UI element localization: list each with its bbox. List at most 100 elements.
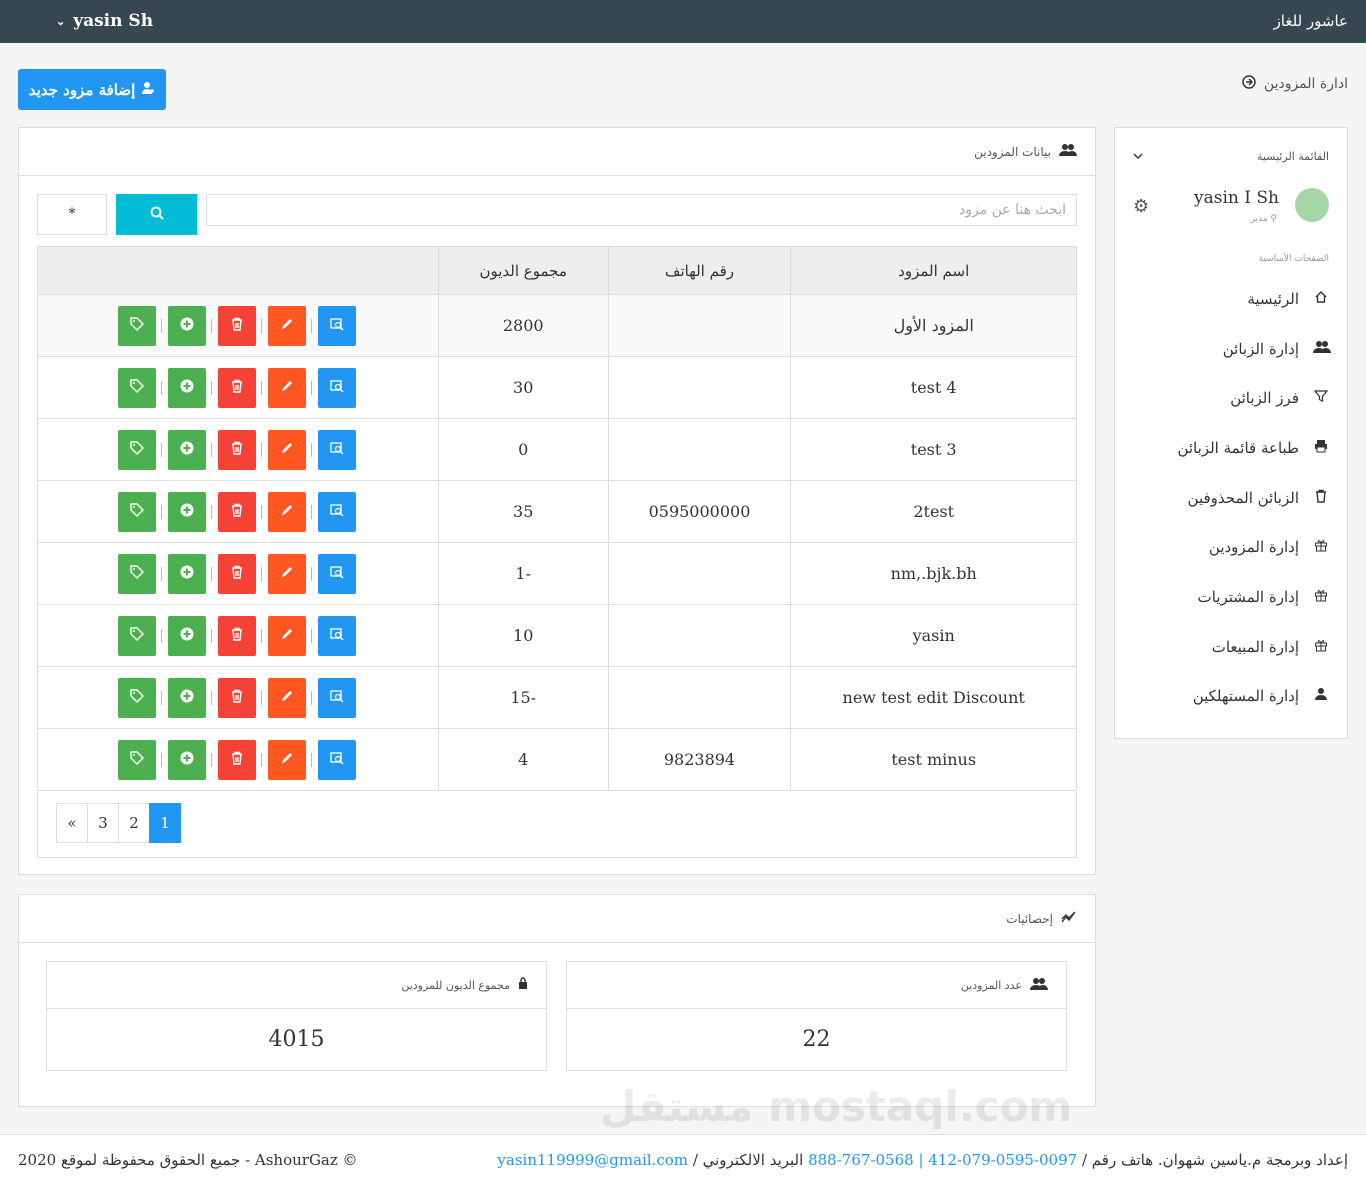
tag-button[interactable] xyxy=(118,367,156,408)
sidebar-item-sales[interactable]: إدارة المبيعات xyxy=(1115,622,1347,672)
user-menu[interactable]: ⌄ yasin Sh xyxy=(56,11,153,31)
page-3[interactable]: 3 xyxy=(87,803,119,843)
sidebar-item-consumers[interactable]: إدارة المستهلكين xyxy=(1115,672,1347,722)
page-prev[interactable]: « xyxy=(56,803,88,843)
sidebar-header[interactable]: القائمة الرئيسية xyxy=(1115,128,1347,184)
location-pin-icon: ⚲ xyxy=(1270,214,1277,224)
column-header-debt[interactable]: مجموع الديون xyxy=(437,246,609,295)
cell-debt: 0 xyxy=(437,418,609,481)
trash-icon xyxy=(230,565,244,583)
footer-credit: إعداد وبرمجة م.ياسين شهوان. هاتف رقم / 0… xyxy=(497,1151,1348,1169)
tag-button[interactable] xyxy=(118,305,156,346)
sidebar-item-label: إدارة المشتريات xyxy=(1197,587,1299,606)
tag-button[interactable] xyxy=(118,491,156,532)
suppliers-table: مجموع الديون رقم الهاتف اسم المزود 2800 ا… xyxy=(37,246,1077,791)
tag-icon xyxy=(130,564,144,583)
page-1[interactable]: 1 xyxy=(149,803,181,843)
view-button[interactable] xyxy=(311,491,356,532)
tag-icon xyxy=(130,688,144,707)
add-debt-button[interactable] xyxy=(161,615,206,656)
delete-button[interactable] xyxy=(211,553,256,594)
edit-button[interactable] xyxy=(261,305,306,346)
sidebar-item-sort-customers[interactable]: فرز الزبائن xyxy=(1115,373,1347,423)
column-header-phone[interactable]: رقم الهاتف xyxy=(607,246,792,295)
footer-phones[interactable]: 0097-0595-079-412 | 0568-767-888 xyxy=(808,1151,1077,1169)
tag-button[interactable] xyxy=(118,429,156,470)
edit-button[interactable] xyxy=(261,491,306,532)
users-icon xyxy=(1030,977,1048,994)
add-debt-button[interactable] xyxy=(161,739,206,780)
sidebar-user-name: yasin I Sh xyxy=(1194,188,1279,208)
delete-button[interactable] xyxy=(211,739,256,780)
edit-button[interactable] xyxy=(261,615,306,656)
tag-icon xyxy=(130,440,144,459)
sidebar-item-suppliers[interactable]: إدارة المزودين xyxy=(1115,522,1347,572)
footer-email-link[interactable]: yasin119999@gmail.com xyxy=(497,1151,688,1169)
view-button[interactable] xyxy=(311,367,356,408)
tag-button[interactable] xyxy=(118,677,156,718)
plus-circle-icon xyxy=(180,751,194,769)
pagination: « 3 2 1 xyxy=(56,803,181,843)
tag-button[interactable] xyxy=(118,615,156,656)
trash-icon xyxy=(230,689,244,707)
edit-button[interactable] xyxy=(261,739,306,780)
view-button[interactable] xyxy=(311,305,356,346)
delete-button[interactable] xyxy=(211,305,256,346)
delete-button[interactable] xyxy=(211,429,256,470)
delete-button[interactable] xyxy=(211,615,256,656)
add-debt-button[interactable] xyxy=(161,367,206,408)
show-all-button[interactable]: * xyxy=(37,194,107,235)
sidebar-item-print-customers[interactable]: طباعة قائمة الزبائن xyxy=(1115,423,1347,473)
add-debt-button[interactable] xyxy=(161,429,206,470)
edit-button[interactable] xyxy=(261,677,306,718)
add-debt-button[interactable] xyxy=(161,305,206,346)
delete-button[interactable] xyxy=(211,367,256,408)
chevron-down-icon[interactable] xyxy=(1133,150,1143,163)
page-2[interactable]: 2 xyxy=(118,803,150,843)
add-supplier-label: إضافة مزود جديد xyxy=(28,80,136,99)
sidebar-item-home[interactable]: الرئيسية xyxy=(1115,274,1347,324)
view-button[interactable] xyxy=(311,553,356,594)
view-button[interactable] xyxy=(311,615,356,656)
tag-button[interactable] xyxy=(118,553,156,594)
stats-panel: إحصائيات مجموع الديون للمزودين 4015 عدد … xyxy=(18,894,1096,1107)
delete-button[interactable] xyxy=(211,491,256,532)
view-button[interactable] xyxy=(311,677,356,718)
edit-button[interactable] xyxy=(261,429,306,470)
search-input[interactable] xyxy=(206,194,1077,226)
brand-title[interactable]: عاشور للغاز xyxy=(1274,12,1348,30)
tag-button[interactable] xyxy=(118,739,156,780)
cell-phone xyxy=(607,418,792,481)
gear-icon[interactable]: ⚙ xyxy=(1133,196,1149,217)
arrow-right-circle-icon xyxy=(1242,75,1256,93)
page-title-text: ادارة المزودين xyxy=(1263,76,1348,92)
sidebar-item-customers[interactable]: إدارة الزبائن xyxy=(1115,324,1347,374)
top-navbar: عاشور للغاز ⌄ yasin Sh xyxy=(0,0,1366,43)
row-actions xyxy=(37,728,439,791)
gift-icon xyxy=(1313,588,1329,606)
search-button[interactable] xyxy=(116,194,197,235)
search-icon xyxy=(150,205,164,224)
sidebar-item-deleted-customers[interactable]: الزبائن المحذوفين xyxy=(1115,473,1347,523)
sidebar-item-label: الرئيسية xyxy=(1247,289,1299,308)
cell-debt: 15- xyxy=(437,666,609,729)
cell-name: test minus xyxy=(790,728,1077,791)
column-header-name[interactable]: اسم المزود xyxy=(790,246,1077,295)
edit-button[interactable] xyxy=(261,553,306,594)
add-debt-button[interactable] xyxy=(161,677,206,718)
tag-icon xyxy=(130,502,144,521)
add-debt-button[interactable] xyxy=(161,553,206,594)
delete-button[interactable] xyxy=(211,677,256,718)
trash-icon xyxy=(230,627,244,645)
edit-button[interactable] xyxy=(261,367,306,408)
suppliers-panel-header: بيانات المزودين xyxy=(19,128,1095,176)
view-details-icon xyxy=(330,627,344,645)
view-button[interactable] xyxy=(311,429,356,470)
add-supplier-button[interactable]: إضافة مزود جديد xyxy=(18,69,166,110)
view-button[interactable] xyxy=(311,739,356,780)
sidebar-item-purchases[interactable]: إدارة المشتريات xyxy=(1115,572,1347,622)
table-row: 30 test 4 xyxy=(37,356,1077,419)
sidebar: القائمة الرئيسية yasin I Sh مدير ⚲ ⚙ الص… xyxy=(1114,127,1348,739)
add-debt-button[interactable] xyxy=(161,491,206,532)
search-bar: * xyxy=(37,194,1077,236)
